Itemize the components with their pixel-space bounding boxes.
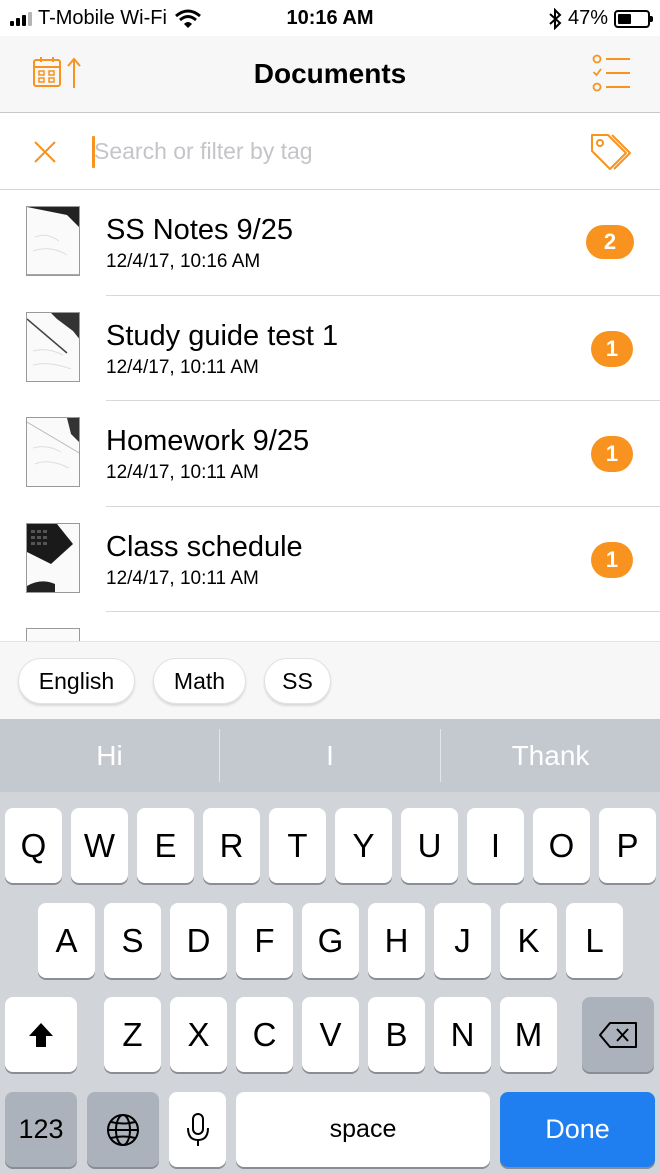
document-date: 12/4/17, 10:16 AM xyxy=(106,251,261,272)
prediction-1[interactable]: Hi xyxy=(0,719,219,792)
list-item[interactable]: Homework 9/25 12/4/17, 10:11 AM 1 xyxy=(0,401,660,507)
document-date: 12/4/17, 10:11 AM xyxy=(106,462,259,483)
done-key[interactable]: Done xyxy=(500,1092,655,1167)
tag-count-badge: 2 xyxy=(586,225,634,259)
key-w[interactable]: W xyxy=(71,808,128,883)
key-k[interactable]: K xyxy=(500,903,557,978)
battery-icon xyxy=(614,9,653,28)
tag-filter-button[interactable] xyxy=(588,131,632,173)
tag-chip-ss[interactable]: SS xyxy=(264,658,331,704)
document-date: 12/4/17, 10:11 AM xyxy=(106,567,259,589)
search-bar xyxy=(0,113,660,190)
document-title: Study guide test 1 xyxy=(106,319,339,352)
key-u[interactable]: U xyxy=(401,808,458,883)
key-b[interactable]: B xyxy=(368,997,425,1072)
key-l[interactable]: L xyxy=(566,903,623,978)
key-a[interactable]: A xyxy=(38,903,95,978)
battery-percent: 47% xyxy=(567,7,608,29)
numbers-key[interactable]: 123 xyxy=(5,1092,77,1167)
select-list-button[interactable] xyxy=(592,54,632,92)
key-y[interactable]: Y xyxy=(335,808,392,883)
tag-count-badge: 1 xyxy=(591,436,633,472)
globe-key[interactable] xyxy=(87,1092,159,1167)
document-list: SS Notes 9/25 12/4/17, 10:16 AM 2 Study … xyxy=(0,190,660,641)
microphone-icon xyxy=(186,1113,209,1146)
tag-chip-math[interactable]: Math xyxy=(153,658,246,704)
key-e[interactable]: E xyxy=(137,808,194,883)
search-input[interactable] xyxy=(90,129,560,173)
key-m[interactable]: M xyxy=(500,997,557,1072)
status-bar: T-Mobile Wi-Fi 10:16 AM 47% xyxy=(0,0,660,36)
key-d[interactable]: D xyxy=(170,903,227,978)
document-thumbnail xyxy=(26,206,80,276)
globe-icon xyxy=(107,1114,139,1146)
key-g[interactable]: G xyxy=(302,903,359,978)
key-q[interactable]: Q xyxy=(5,808,62,883)
key-c[interactable]: C xyxy=(236,997,293,1072)
document-thumbnail xyxy=(26,522,80,593)
prediction-2[interactable]: I xyxy=(220,719,440,792)
key-p[interactable]: P xyxy=(599,808,656,883)
checklist-icon xyxy=(592,54,630,92)
document-title: SS Notes 9/25 xyxy=(106,214,293,246)
tag-suggestion-bar: English Math SS xyxy=(0,641,660,719)
page-title: Documents xyxy=(253,58,407,89)
tag-chip-english[interactable]: English xyxy=(18,658,135,704)
key-r[interactable]: R xyxy=(203,808,260,883)
key-z[interactable]: Z xyxy=(104,997,161,1072)
space-key[interactable]: space xyxy=(236,1092,490,1167)
list-item[interactable]: Class schedule 12/4/17, 10:11 AM 1 xyxy=(0,507,660,612)
document-thumbnail xyxy=(26,311,80,382)
key-h[interactable]: H xyxy=(368,903,425,978)
key-j[interactable]: J xyxy=(434,903,491,978)
key-i[interactable]: I xyxy=(467,808,524,883)
list-item[interactable] xyxy=(0,612,660,641)
list-item[interactable]: Study guide test 1 12/4/17, 10:11 AM 1 xyxy=(0,296,660,401)
shift-key[interactable] xyxy=(5,997,77,1072)
backspace-key[interactable] xyxy=(582,997,654,1072)
document-thumbnail xyxy=(26,628,80,641)
bluetooth-icon xyxy=(549,7,562,30)
document-thumbnail xyxy=(26,417,80,487)
clear-search-button[interactable] xyxy=(30,137,60,167)
shift-icon xyxy=(29,1023,53,1047)
key-x[interactable]: X xyxy=(170,997,227,1072)
tag-count-badge: 1 xyxy=(591,541,633,578)
key-t[interactable]: T xyxy=(269,808,326,883)
prediction-3[interactable]: Thank xyxy=(441,719,660,792)
document-title: Homework 9/25 xyxy=(106,425,310,457)
navigation-bar: Documents xyxy=(0,36,660,113)
keyboard: Hi I Thank Q W E R T Y U I O P A S D F G… xyxy=(0,719,660,1173)
key-s[interactable]: S xyxy=(104,903,161,978)
status-right: 47% xyxy=(548,7,653,30)
tags-icon xyxy=(591,134,631,170)
dictation-key[interactable] xyxy=(169,1092,226,1167)
backspace-icon xyxy=(599,1022,637,1048)
document-date: 12/4/17, 10:11 AM xyxy=(106,356,259,378)
tag-count-badge: 1 xyxy=(591,330,633,367)
key-n[interactable]: N xyxy=(434,997,491,1072)
key-v[interactable]: V xyxy=(302,997,359,1072)
document-title: Class schedule xyxy=(106,530,303,563)
predictive-bar: Hi I Thank xyxy=(0,719,660,792)
text-cursor xyxy=(92,136,95,168)
list-item[interactable]: SS Notes 9/25 12/4/17, 10:16 AM 2 xyxy=(0,190,660,296)
key-o[interactable]: O xyxy=(533,808,590,883)
close-icon xyxy=(34,141,56,163)
key-f[interactable]: F xyxy=(236,903,293,978)
